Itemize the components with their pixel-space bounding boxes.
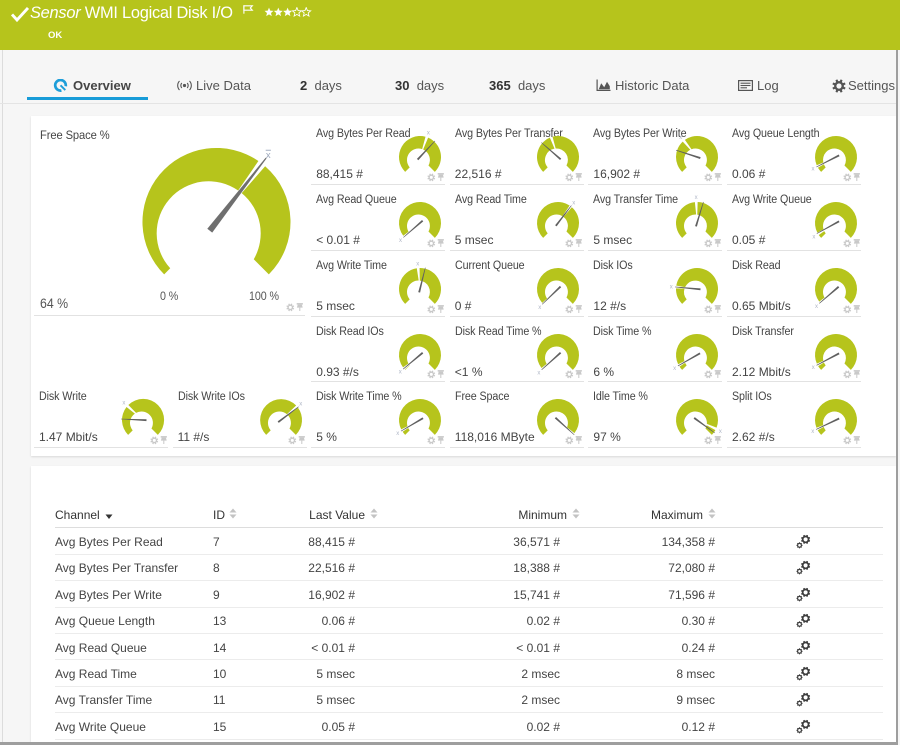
svg-text:x: x xyxy=(396,431,399,437)
svg-text:x: x xyxy=(811,167,814,173)
svg-text:x: x xyxy=(399,369,402,375)
svg-text:x: x xyxy=(670,285,673,291)
svg-text:x: x xyxy=(427,131,430,137)
svg-text:x: x xyxy=(719,429,722,435)
svg-text:x: x xyxy=(539,305,542,311)
svg-text:x: x xyxy=(811,365,814,371)
svg-text:x: x xyxy=(399,238,402,244)
svg-text:x: x xyxy=(812,234,815,240)
svg-text:x: x xyxy=(679,135,682,141)
svg-text:x: x xyxy=(299,401,302,407)
svg-text:x: x xyxy=(695,195,698,201)
svg-text:x: x xyxy=(122,401,125,407)
svg-text:x: x xyxy=(538,370,541,376)
svg-text:x: x xyxy=(416,261,419,267)
svg-text:x: x xyxy=(548,131,551,137)
svg-text:x: x xyxy=(811,429,814,435)
svg-text:x: x xyxy=(673,365,676,371)
svg-text:x: x xyxy=(815,304,818,310)
svg-text:x: x xyxy=(266,150,271,161)
svg-text:x: x xyxy=(573,201,576,207)
